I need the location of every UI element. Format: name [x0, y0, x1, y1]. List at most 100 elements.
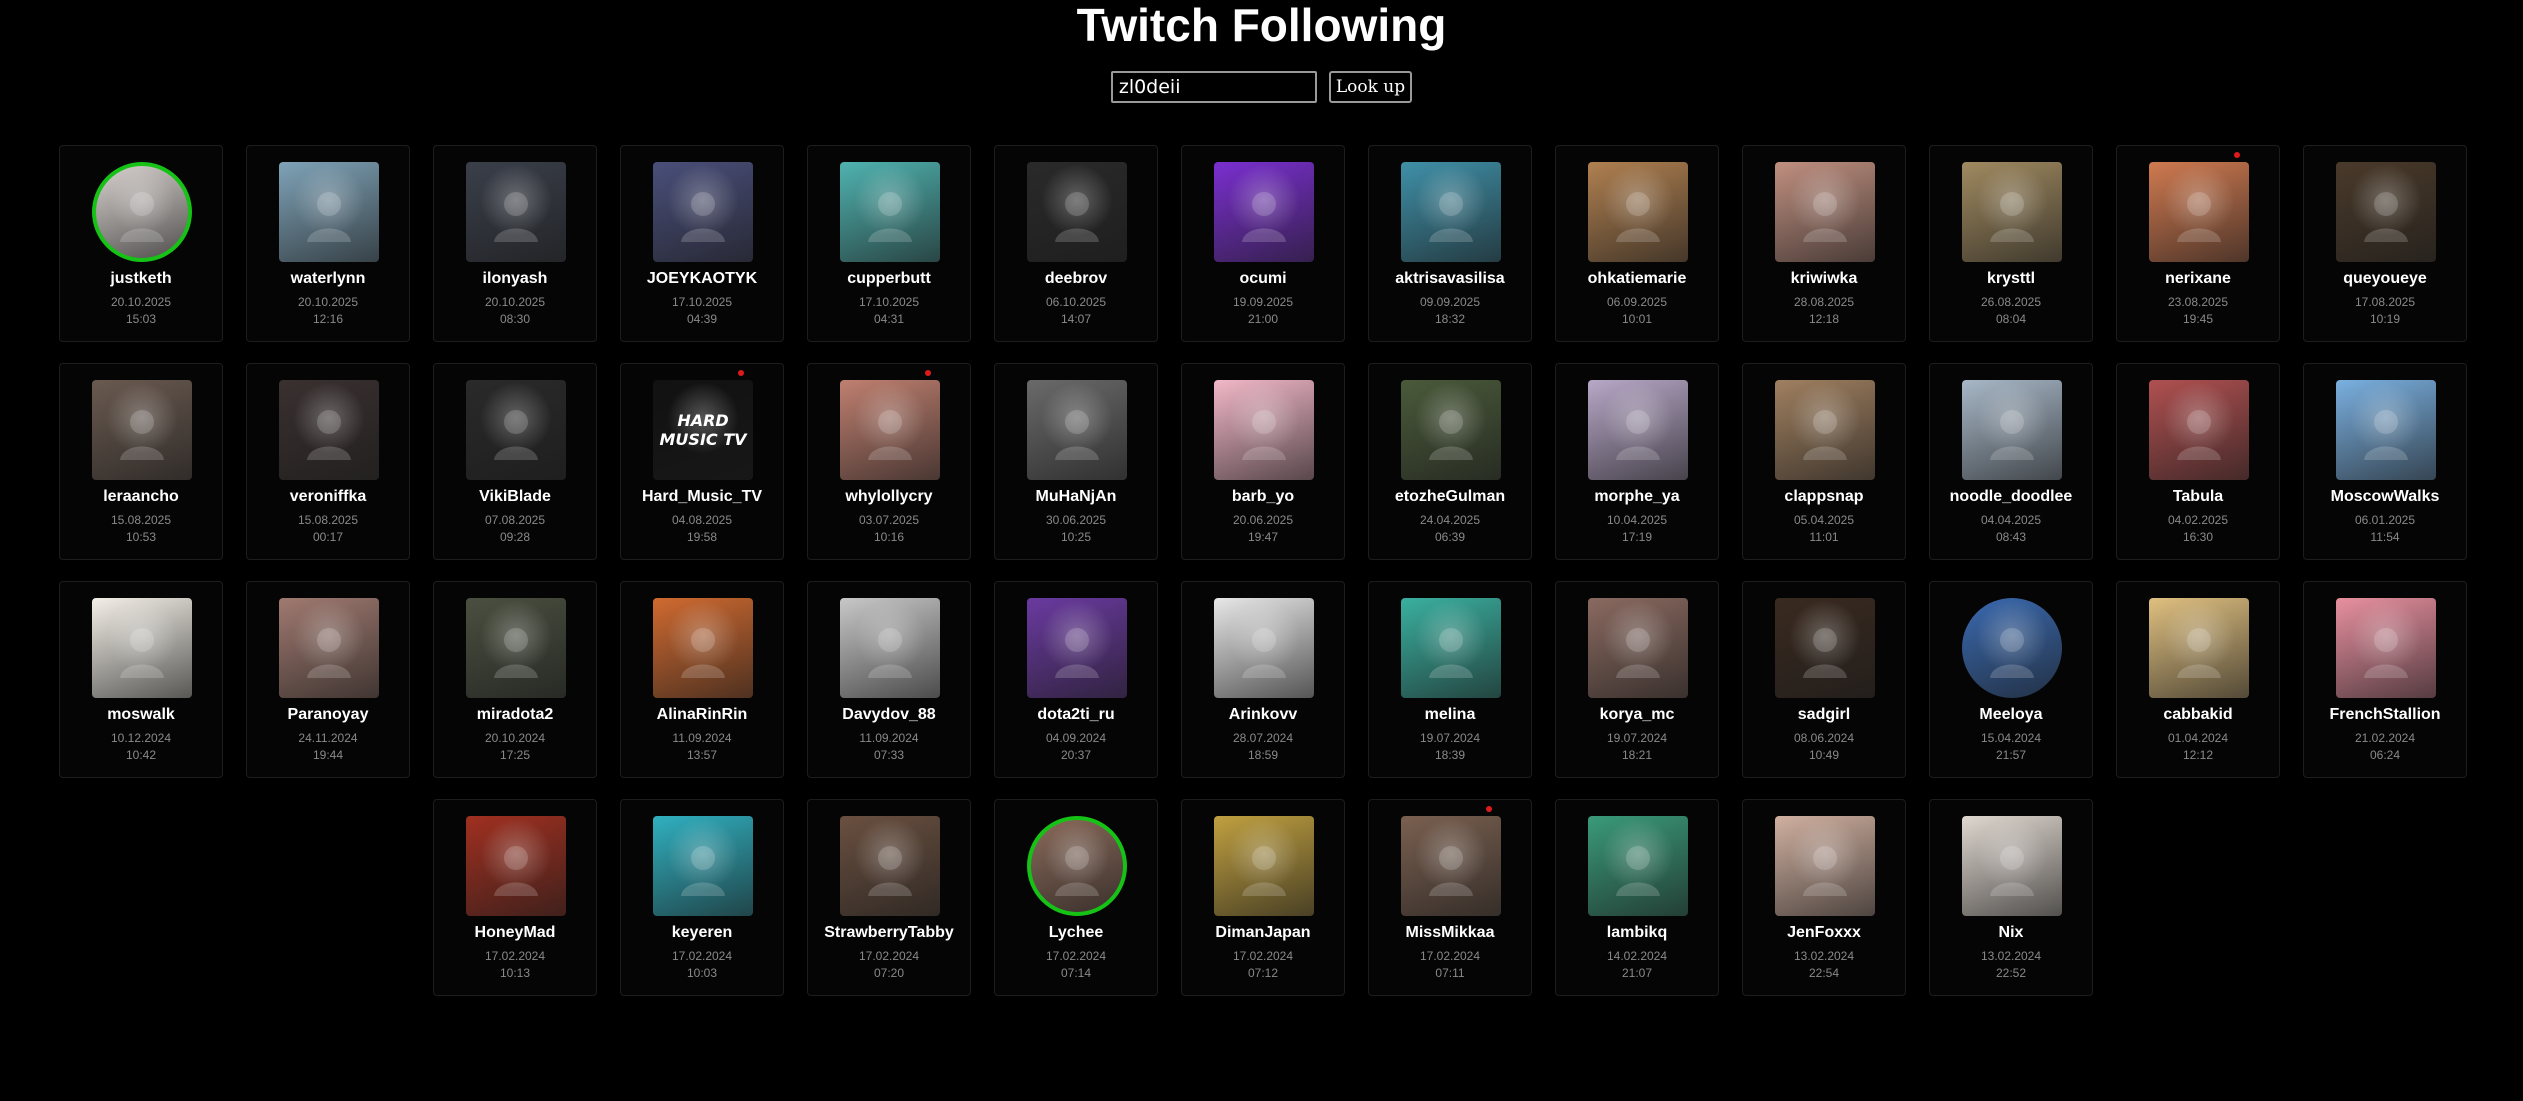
channel-card[interactable]: Arinkovv 28.07.2024 18:59 — [1181, 581, 1345, 778]
channel-name[interactable]: cabbakid — [2117, 706, 2279, 724]
channel-name[interactable]: keyeren — [621, 924, 783, 942]
channel-avatar[interactable] — [840, 816, 940, 916]
channel-card[interactable]: veroniffka 15.08.2025 00:17 — [246, 363, 410, 560]
channel-card[interactable]: etozheGulman 24.04.2025 06:39 — [1368, 363, 1532, 560]
channel-avatar[interactable] — [1214, 162, 1314, 262]
channel-card[interactable]: waterlynn 20.10.2025 12:16 — [246, 145, 410, 342]
channel-card[interactable]: Paranoyay 24.11.2024 19:44 — [246, 581, 410, 778]
channel-avatar[interactable] — [1401, 162, 1501, 262]
channel-card[interactable]: HARD MUSIC TV Hard_Music_TV 04.08.2025 19:5… — [620, 363, 784, 560]
channel-name[interactable]: clappsnap — [1743, 488, 1905, 506]
channel-name[interactable]: veroniffka — [247, 488, 409, 506]
channel-avatar[interactable] — [1775, 380, 1875, 480]
channel-name[interactable]: AlinaRinRin — [621, 706, 783, 724]
channel-avatar[interactable] — [840, 162, 940, 262]
channel-name[interactable]: MissMikkaa — [1369, 924, 1531, 942]
channel-card[interactable]: Tabula 04.02.2025 16:30 — [2116, 363, 2280, 560]
channel-avatar[interactable] — [2336, 598, 2436, 698]
channel-name[interactable]: moswalk — [60, 706, 222, 724]
channel-card[interactable]: leraancho 15.08.2025 10:53 — [59, 363, 223, 560]
channel-name[interactable]: JenFoxxx — [1743, 924, 1905, 942]
channel-card[interactable]: krysttl 26.08.2025 08:04 — [1929, 145, 2093, 342]
channel-card[interactable]: JOEYKAOTYK 17.10.2025 04:39 — [620, 145, 784, 342]
channel-name[interactable]: FrenchStallion — [2304, 706, 2466, 724]
channel-name[interactable]: JOEYKAOTYK — [621, 270, 783, 288]
channel-name[interactable]: DimanJapan — [1182, 924, 1344, 942]
channel-avatar[interactable] — [1401, 816, 1501, 916]
channel-avatar[interactable] — [1588, 380, 1688, 480]
channel-card[interactable]: sadgirl 08.06.2024 10:49 — [1742, 581, 1906, 778]
channel-avatar[interactable] — [1214, 380, 1314, 480]
channel-card[interactable]: StrawberryTabby 17.02.2024 07:20 — [807, 799, 971, 996]
channel-name[interactable]: morphe_ya — [1556, 488, 1718, 506]
username-input[interactable] — [1110, 71, 1317, 103]
channel-avatar[interactable] — [840, 380, 940, 480]
channel-avatar[interactable] — [1401, 380, 1501, 480]
channel-card[interactable]: clappsnap 05.04.2025 11:01 — [1742, 363, 1906, 560]
channel-name[interactable]: whylollycry — [808, 488, 970, 506]
channel-avatar[interactable] — [466, 598, 566, 698]
channel-avatar[interactable] — [1962, 162, 2062, 262]
channel-card[interactable]: MuHaNjAn 30.06.2025 10:25 — [994, 363, 1158, 560]
channel-card[interactable]: whylollycry 03.07.2025 10:16 — [807, 363, 971, 560]
channel-card[interactable]: queyoueye 17.08.2025 10:19 — [2303, 145, 2467, 342]
channel-name[interactable]: miradota2 — [434, 706, 596, 724]
channel-avatar[interactable] — [1775, 816, 1875, 916]
channel-card[interactable]: aktrisavasilisa 09.09.2025 18:32 — [1368, 145, 1532, 342]
channel-card[interactable]: deebrov 06.10.2025 14:07 — [994, 145, 1158, 342]
channel-card[interactable]: Nix 13.02.2024 22:52 — [1929, 799, 2093, 996]
channel-name[interactable]: melina — [1369, 706, 1531, 724]
channel-avatar[interactable] — [653, 816, 753, 916]
channel-avatar[interactable] — [2336, 380, 2436, 480]
channel-card[interactable]: miradota2 20.10.2024 17:25 — [433, 581, 597, 778]
channel-avatar[interactable] — [92, 598, 192, 698]
channel-avatar[interactable] — [1775, 162, 1875, 262]
channel-name[interactable]: MoscowWalks — [2304, 488, 2466, 506]
channel-avatar[interactable] — [1962, 816, 2062, 916]
channel-name[interactable]: cupperbutt — [808, 270, 970, 288]
channel-avatar[interactable] — [466, 816, 566, 916]
channel-name[interactable]: Meeloya — [1930, 706, 2092, 724]
channel-name[interactable]: dota2ti_ru — [995, 706, 1157, 724]
channel-avatar[interactable] — [279, 598, 379, 698]
channel-name[interactable]: Lychee — [995, 924, 1157, 942]
channel-avatar[interactable] — [2149, 380, 2249, 480]
channel-card[interactable]: cabbakid 01.04.2024 12:12 — [2116, 581, 2280, 778]
channel-name[interactable]: Paranoyay — [247, 706, 409, 724]
channel-avatar[interactable] — [279, 162, 379, 262]
channel-name[interactable]: ohkatiemarie — [1556, 270, 1718, 288]
channel-name[interactable]: VikiBlade — [434, 488, 596, 506]
channel-name[interactable]: Nix — [1930, 924, 2092, 942]
channel-card[interactable]: Davydov_88 11.09.2024 07:33 — [807, 581, 971, 778]
channel-name[interactable]: queyoueye — [2304, 270, 2466, 288]
channel-card[interactable]: Lychee 17.02.2024 07:14 — [994, 799, 1158, 996]
channel-avatar[interactable] — [1588, 816, 1688, 916]
channel-card[interactable]: noodle_doodlee 04.04.2025 08:43 — [1929, 363, 2093, 560]
channel-avatar[interactable] — [653, 162, 753, 262]
channel-card[interactable]: FrenchStallion 21.02.2024 06:24 — [2303, 581, 2467, 778]
channel-avatar[interactable] — [1027, 162, 1127, 262]
channel-avatar[interactable] — [2336, 162, 2436, 262]
channel-card[interactable]: kriwiwka 28.08.2025 12:18 — [1742, 145, 1906, 342]
channel-name[interactable]: kriwiwka — [1743, 270, 1905, 288]
channel-card[interactable]: HoneyMad 17.02.2024 10:13 — [433, 799, 597, 996]
channel-name[interactable]: ocumi — [1182, 270, 1344, 288]
channel-avatar[interactable] — [279, 380, 379, 480]
channel-card[interactable]: MoscowWalks 06.01.2025 11:54 — [2303, 363, 2467, 560]
channel-name[interactable]: etozheGulman — [1369, 488, 1531, 506]
channel-avatar[interactable] — [653, 598, 753, 698]
channel-avatar[interactable] — [1027, 598, 1127, 698]
channel-avatar[interactable] — [1214, 598, 1314, 698]
channel-name[interactable]: krysttl — [1930, 270, 2092, 288]
channel-name[interactable]: lambikq — [1556, 924, 1718, 942]
channel-name[interactable]: HoneyMad — [434, 924, 596, 942]
channel-name[interactable]: barb_yo — [1182, 488, 1344, 506]
channel-avatar[interactable] — [1027, 816, 1127, 916]
channel-avatar[interactable] — [1401, 598, 1501, 698]
channel-card[interactable]: nerixane 23.08.2025 19:45 — [2116, 145, 2280, 342]
channel-avatar[interactable] — [1027, 380, 1127, 480]
channel-avatar[interactable] — [1588, 162, 1688, 262]
channel-name[interactable]: korya_mc — [1556, 706, 1718, 724]
channel-card[interactable]: moswalk 10.12.2024 10:42 — [59, 581, 223, 778]
channel-card[interactable]: justketh 20.10.2025 15:03 — [59, 145, 223, 342]
